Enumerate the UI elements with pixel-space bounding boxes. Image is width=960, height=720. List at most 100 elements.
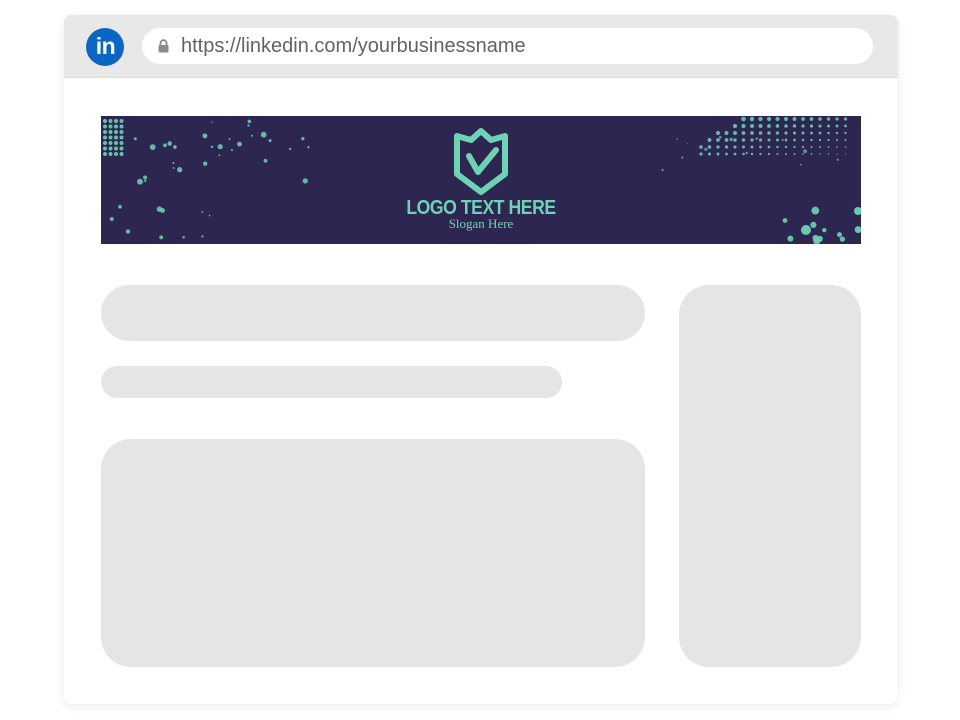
banner-dot [810, 131, 813, 135]
banner-dot [819, 153, 821, 155]
banner-dot [733, 145, 737, 149]
banner-dot [172, 167, 175, 169]
banner-dot [819, 146, 821, 148]
banner-dot [716, 145, 720, 149]
banner-dot [103, 130, 107, 134]
banner-dot [733, 138, 737, 142]
banner-dot [787, 235, 794, 242]
banner-dot [844, 131, 847, 135]
url-text[interactable]: https://linkedin.com/yourbusinessname [181, 28, 526, 64]
banner-dot [133, 137, 137, 141]
banner-dot [818, 124, 822, 128]
banner-dot [103, 135, 107, 140]
banner-dot [767, 138, 771, 142]
banner-dot [844, 146, 847, 148]
banner-dot [741, 138, 746, 142]
banner-dot [707, 138, 712, 142]
banner-dot [167, 141, 172, 146]
banner-dot [661, 168, 664, 172]
banner-dot [676, 138, 678, 140]
banner-dot [108, 152, 113, 156]
banner-dot [108, 119, 113, 123]
banner-dot [724, 138, 729, 142]
address-bar[interactable]: https://linkedin.com/yourbusinessname [142, 28, 873, 64]
banner-dot [827, 146, 830, 148]
banner-dot [119, 152, 124, 156]
banner-dot [827, 138, 830, 142]
banner-dot [784, 145, 788, 149]
banner-dot [803, 149, 807, 153]
banner-dot [103, 152, 107, 156]
banner-dot [784, 124, 788, 128]
banner-dot [733, 131, 737, 135]
banner-dot [144, 179, 147, 182]
banner-dot [836, 232, 843, 238]
banner-dot [114, 141, 118, 145]
banner-dot [250, 134, 253, 137]
banner-dot [741, 131, 746, 135]
banner-dot [792, 131, 797, 135]
banner-dot [268, 139, 272, 143]
banner-dot [108, 146, 113, 151]
banner-dot [108, 130, 113, 134]
banner-dot [792, 117, 797, 121]
banner-dot [818, 138, 822, 142]
banner-dot [758, 116, 763, 122]
linkedin-icon[interactable]: in [86, 28, 124, 66]
brand-logo-icon [454, 128, 508, 195]
banner-dot [776, 145, 779, 149]
banner-dot [733, 152, 737, 156]
banner-dot [844, 139, 847, 141]
banner-dot [108, 124, 113, 129]
banner-dot [750, 152, 754, 156]
banner-dot [801, 117, 805, 121]
banner-dot [172, 162, 175, 164]
browser-toolbar: in https://linkedin.com/yourbusinessname [64, 15, 898, 78]
banner-dot [247, 119, 252, 124]
banner-dot [288, 147, 292, 151]
banner-dot [217, 144, 223, 150]
lock-icon [158, 39, 169, 53]
banner-dot [718, 135, 722, 139]
banner-dot [810, 153, 813, 155]
banner-dot [707, 152, 712, 156]
banner-dot [103, 119, 107, 123]
banner-dot [767, 145, 771, 149]
banner-dot [758, 131, 763, 135]
banner-dot [766, 116, 772, 122]
banner-dot [732, 123, 738, 129]
banner-dot [792, 124, 797, 128]
banner-dot [163, 143, 167, 148]
banner-dot [704, 147, 708, 151]
banner-dot [237, 141, 242, 147]
banner-dot [210, 145, 214, 149]
banner-dot [836, 153, 838, 155]
banner-dot [114, 130, 118, 134]
banner-dot [781, 138, 784, 141]
banner-dot [755, 137, 758, 140]
banner-dot [119, 135, 124, 140]
banner-dot [119, 130, 124, 134]
banner-dot [767, 131, 771, 135]
banner-dot [119, 124, 124, 129]
banner-dot [759, 152, 762, 156]
banner-dot [775, 131, 780, 135]
banner-dot [810, 145, 813, 149]
banner-dot [826, 117, 831, 121]
banner-dot [785, 153, 787, 155]
banner-dot [741, 116, 746, 122]
banner-dot [844, 124, 847, 128]
placeholder-title-bar [101, 285, 645, 341]
banner-dot [742, 145, 745, 149]
banner-dot [776, 152, 779, 156]
banner-dot [749, 123, 755, 129]
banner-dot [681, 156, 684, 159]
banner-dot [741, 123, 746, 129]
browser-window: in https://linkedin.com/yourbusinessname… [64, 15, 898, 704]
banner-dot [810, 138, 813, 142]
banner-dot [228, 138, 231, 141]
banner-dot [118, 204, 122, 209]
banner-dot [159, 235, 164, 240]
banner-dot [801, 138, 805, 142]
banner-dot [835, 131, 839, 135]
